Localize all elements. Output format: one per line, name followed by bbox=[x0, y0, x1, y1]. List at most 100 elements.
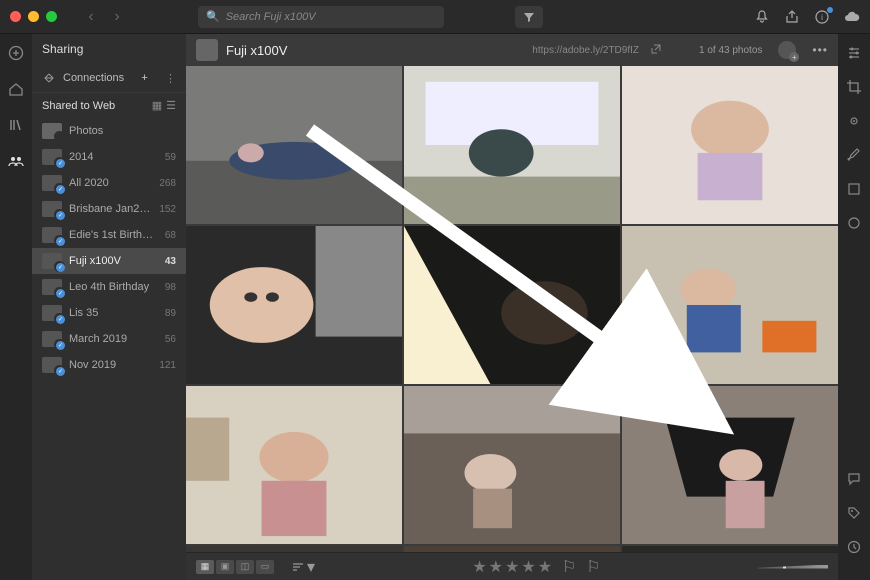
sidebar-heading-label: Sharing bbox=[42, 42, 83, 56]
album-thumb: ✓ bbox=[42, 201, 62, 217]
photo-thumbnail[interactable] bbox=[622, 66, 838, 224]
album-fuji-x100v[interactable]: ✓ Fuji x100V 43 bbox=[32, 248, 186, 274]
photo-thumbnail[interactable] bbox=[404, 66, 620, 224]
album-name: 2014 bbox=[69, 151, 93, 163]
connections-menu-icon[interactable]: ⋮ bbox=[165, 72, 176, 85]
share-icon[interactable] bbox=[784, 9, 800, 25]
right-rail bbox=[838, 34, 870, 580]
sidebar-heading: Sharing bbox=[32, 34, 186, 64]
svg-text:i: i bbox=[821, 13, 823, 22]
detail-view-icon[interactable]: ▭ bbox=[256, 560, 274, 574]
album-all-2020[interactable]: ✓ All 2020 268 bbox=[32, 170, 186, 196]
album-edies-1st-birthday[interactable]: ✓ Edie's 1st Birthday 68 bbox=[32, 222, 186, 248]
photo-thumbnail[interactable] bbox=[404, 226, 620, 384]
album-name: Leo 4th Birthday bbox=[69, 281, 149, 293]
external-link-icon[interactable] bbox=[651, 43, 661, 57]
nav-back[interactable]: ‹ bbox=[81, 7, 101, 27]
search-icon: 🔍 bbox=[206, 10, 220, 23]
photo-thumbnail[interactable] bbox=[186, 386, 402, 544]
search-input[interactable]: 🔍 Search Fuji x100V bbox=[198, 6, 444, 28]
add-photos-icon[interactable] bbox=[7, 44, 25, 62]
photo-thumbnail[interactable] bbox=[186, 66, 402, 224]
activity-icon[interactable] bbox=[845, 538, 863, 556]
flag-reject-icon[interactable]: ⚐ bbox=[586, 557, 600, 577]
cloud-sync-icon[interactable] bbox=[844, 9, 860, 25]
shared-heading-label: Shared to Web bbox=[42, 100, 115, 112]
photo-counter: 1 of 43 photos bbox=[699, 45, 762, 56]
star-icon[interactable]: ★ bbox=[521, 557, 535, 577]
compare-view-icon[interactable]: ◫ bbox=[236, 560, 254, 574]
help-icon[interactable]: i bbox=[814, 9, 830, 25]
star-icon[interactable]: ★ bbox=[489, 557, 503, 577]
album-march-2019[interactable]: ✓ March 2019 56 bbox=[32, 326, 186, 352]
shared-grid-view-icon[interactable]: ▦ bbox=[152, 99, 162, 112]
album-brisbane-jan2020[interactable]: ✓ Brisbane Jan2020 152 bbox=[32, 196, 186, 222]
chevron-down-icon: ▾ bbox=[307, 557, 315, 577]
shared-to-web-heading: Shared to Web ▦ ☰ bbox=[32, 92, 186, 118]
photo-thumbnail[interactable] bbox=[404, 546, 620, 552]
edit-sliders-icon[interactable] bbox=[845, 44, 863, 62]
home-icon[interactable] bbox=[7, 80, 25, 98]
album-thumb: ✓ bbox=[42, 331, 62, 347]
sharing-icon[interactable] bbox=[7, 152, 25, 170]
comments-icon[interactable] bbox=[845, 470, 863, 488]
sort-button[interactable]: ▾ bbox=[292, 557, 315, 577]
square-view-icon[interactable]: ▣ bbox=[216, 560, 234, 574]
shared-photos-row[interactable]: Photos bbox=[32, 118, 186, 144]
star-icon[interactable]: ★ bbox=[505, 557, 519, 577]
album-name: All 2020 bbox=[69, 177, 109, 189]
shared-list-view-icon[interactable]: ☰ bbox=[166, 99, 176, 112]
album-name: Edie's 1st Birthday bbox=[69, 229, 158, 241]
linear-gradient-icon[interactable] bbox=[845, 180, 863, 198]
album-2014[interactable]: ✓ 2014 59 bbox=[32, 144, 186, 170]
album-name: Nov 2019 bbox=[69, 359, 116, 371]
album-lis-35[interactable]: ✓ Lis 35 89 bbox=[32, 300, 186, 326]
library-icon[interactable] bbox=[7, 116, 25, 134]
share-url[interactable]: https://adobe.ly/2TD9fIZ bbox=[532, 45, 639, 56]
connections-icon bbox=[42, 71, 56, 85]
radial-gradient-icon[interactable] bbox=[845, 214, 863, 232]
grid-view-icon[interactable]: ▦ bbox=[196, 560, 214, 574]
star-icon[interactable]: ★ bbox=[472, 557, 486, 577]
album-leo-4th-birthday[interactable]: ✓ Leo 4th Birthday 98 bbox=[32, 274, 186, 300]
brush-icon bbox=[845, 146, 863, 164]
crop-icon[interactable] bbox=[845, 78, 863, 96]
photo-thumbnail[interactable] bbox=[186, 546, 402, 552]
album-count: 43 bbox=[165, 256, 176, 267]
photo-thumbnail[interactable] bbox=[622, 386, 838, 544]
connections-row[interactable]: Connections + ⋮ bbox=[32, 64, 186, 92]
flag-pick-icon[interactable]: ⚐ bbox=[562, 557, 576, 577]
photo-thumbnail[interactable] bbox=[622, 546, 838, 552]
album-thumb: ✓ bbox=[42, 253, 62, 269]
star-icon[interactable]: ★ bbox=[538, 557, 552, 577]
nav-forward[interactable]: › bbox=[107, 7, 127, 27]
maximize-window[interactable] bbox=[46, 11, 57, 22]
page-title: Fuji x100V bbox=[226, 43, 287, 58]
titlebar-actions: i bbox=[754, 9, 860, 25]
photo-thumbnail[interactable] bbox=[186, 226, 402, 384]
album-count: 68 bbox=[165, 230, 176, 241]
rating-bar[interactable]: ★ ★ ★ ★ ★ ⚐ ⚐ bbox=[472, 557, 600, 577]
close-window[interactable] bbox=[10, 11, 21, 22]
nav-arrows: ‹ › bbox=[81, 7, 127, 27]
album-thumb: ✓ bbox=[42, 357, 62, 373]
main-header: Fuji x100V https://adobe.ly/2TD9fIZ 1 of… bbox=[186, 34, 838, 66]
search-placeholder: Search Fuji x100V bbox=[226, 11, 316, 23]
thumbnail-size-slider[interactable] bbox=[758, 565, 828, 569]
album-thumb: ✓ bbox=[42, 149, 62, 165]
add-connection-icon[interactable]: + bbox=[141, 72, 147, 84]
minimize-window[interactable] bbox=[28, 11, 39, 22]
keywords-icon[interactable] bbox=[845, 504, 863, 522]
album-nov-2019[interactable]: ✓ Nov 2019 121 bbox=[32, 352, 186, 378]
filter-button[interactable] bbox=[515, 6, 543, 28]
photo-thumbnail[interactable] bbox=[622, 226, 838, 384]
more-menu-icon[interactable]: ••• bbox=[812, 43, 828, 57]
photo-thumbnail[interactable] bbox=[404, 386, 620, 544]
heal-icon[interactable] bbox=[845, 112, 863, 130]
add-people-button[interactable] bbox=[778, 41, 796, 59]
notifications-icon[interactable] bbox=[754, 9, 770, 25]
album-thumb: ✓ bbox=[42, 227, 62, 243]
album-count: 268 bbox=[159, 178, 176, 189]
album-thumb: ✓ bbox=[42, 305, 62, 321]
window-controls bbox=[10, 11, 57, 22]
